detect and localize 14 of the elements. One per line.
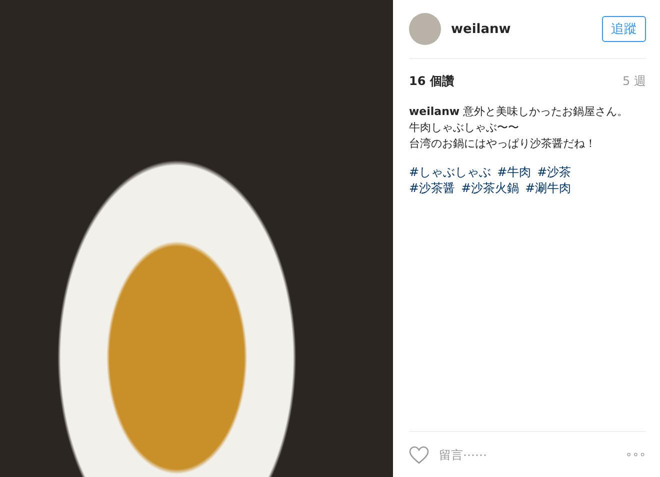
heart-icon[interactable]: [409, 446, 429, 464]
username[interactable]: weilanw: [451, 22, 592, 36]
post-time: 5 週: [622, 73, 646, 90]
caption-line: weilanw 意外と美味しかったお鍋屋さん。: [409, 104, 630, 120]
like-count: 16 個讚: [409, 73, 454, 90]
hashtag-link[interactable]: #沙茶醤: [409, 180, 456, 196]
hashtag-link[interactable]: #沙茶火鍋: [461, 180, 520, 196]
hashtag-link[interactable]: #牛肉: [497, 164, 532, 180]
avatar: [409, 13, 441, 45]
hashtag-link[interactable]: #しゃぶしゃぶ: [409, 164, 492, 180]
hashtag-link[interactable]: #涮牛肉: [525, 180, 572, 196]
caption-line: 牛肉しゃぶしゃぶ〜〜: [409, 120, 520, 136]
hashtag-link[interactable]: #沙茶: [537, 164, 572, 180]
caption-line: 台湾のお鍋にはやっぱり沙茶醤だね！: [409, 136, 597, 152]
